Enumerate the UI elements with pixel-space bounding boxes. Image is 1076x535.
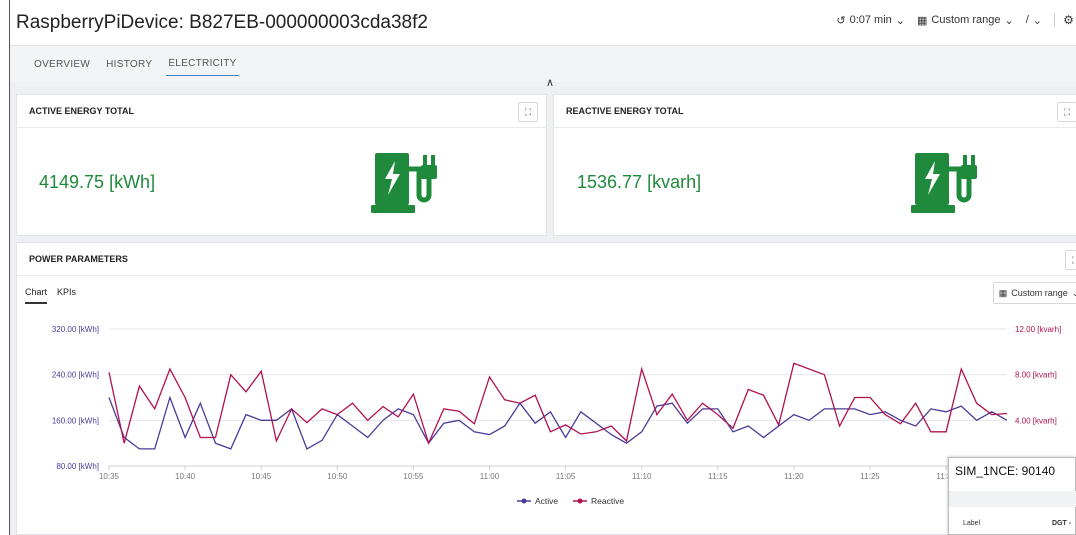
chevron-up-icon[interactable]: ∧ bbox=[546, 76, 554, 89]
reactive-energy-value: 1536.77 [kvarh] bbox=[577, 172, 702, 192]
legend-label: Reactive bbox=[591, 496, 624, 506]
ev-charger-icon bbox=[911, 153, 977, 213]
time-range-label: Custom range bbox=[931, 14, 1001, 26]
x-tick-label: 11:20 bbox=[784, 472, 804, 481]
legend-marker bbox=[577, 498, 583, 504]
x-tick-label: 10:40 bbox=[175, 472, 196, 481]
top-actions: ↺ 0:07 min ⌄ ▦ Custom range ⌄ / ⌄ ⚙ bbox=[836, 13, 1076, 27]
gear-icon[interactable]: ⚙ bbox=[1054, 13, 1076, 27]
power-chart: 80.00 [kWh] 160.00 [kWh] 240.00 [kWh] 320.0… bbox=[52, 325, 1061, 506]
overlay-title: SIM_1NCE: 90140 bbox=[955, 464, 1056, 478]
expand-icon[interactable]: ⛶ bbox=[1057, 102, 1076, 122]
chevron-down-icon: ⌄ bbox=[1032, 14, 1042, 27]
chevron-down-icon: ⌄ bbox=[1071, 287, 1076, 298]
path-label: / bbox=[1025, 14, 1029, 26]
refresh-interval-dropdown[interactable]: ↺ 0:07 min ⌄ bbox=[836, 14, 905, 27]
history-icon: ↺ bbox=[836, 14, 846, 27]
series-line-active bbox=[108, 395, 1008, 450]
card-title: POWER PARAMETERS bbox=[17, 243, 1076, 276]
legend-label: Active bbox=[535, 496, 558, 506]
page-title: RaspberryPiDevice: B827EB-000000003cda38… bbox=[16, 11, 428, 33]
series-line-reactive bbox=[108, 362, 1008, 446]
tab-overview[interactable]: OVERVIEW bbox=[32, 53, 92, 76]
expand-icon[interactable]: ⛶ bbox=[1065, 250, 1076, 270]
card-title: ACTIVE ENERGY TOTAL bbox=[17, 95, 546, 128]
tab-chart[interactable]: Chart bbox=[25, 287, 48, 304]
x-tick-label: 10:35 bbox=[99, 472, 120, 481]
y-right-tick-label: 8.00 [kvarh] bbox=[1015, 371, 1057, 380]
expand-icon[interactable]: ⛶ bbox=[518, 102, 538, 122]
calendar-icon: ▦ bbox=[998, 287, 1008, 298]
chevron-down-icon: ⌄ bbox=[1004, 14, 1014, 27]
overlay-divider bbox=[949, 491, 1076, 507]
power-parameters-card: POWER PARAMETERS ⛶ Chart KPIs ▦ Custom r… bbox=[16, 242, 1076, 535]
chevron-down-icon: ⌄ bbox=[895, 14, 905, 27]
x-tick-label: 11:05 bbox=[556, 472, 576, 481]
path-dropdown[interactable]: / ⌄ bbox=[1026, 14, 1042, 27]
time-range-dropdown[interactable]: ▦ Custom range ⌄ bbox=[917, 14, 1014, 27]
window-frame-edge bbox=[0, 0, 10, 535]
x-tick-label: 10:45 bbox=[251, 472, 272, 481]
y-left-tick-label: 80.00 [kWh] bbox=[56, 462, 99, 471]
y-left-tick-label: 240.00 [kWh] bbox=[52, 371, 99, 380]
refresh-interval-label: 0:07 min bbox=[849, 14, 892, 26]
chart-range-dropdown[interactable]: ▦ Custom range ⌄ bbox=[993, 282, 1076, 304]
x-tick-label: 10:50 bbox=[327, 472, 348, 481]
y-left-tick-label: 320.00 [kWh] bbox=[52, 325, 99, 334]
overlay-panel: SIM_1NCE: 90140 Label DGT - bbox=[948, 457, 1076, 535]
overlay-header-row: Label DGT - bbox=[963, 520, 1075, 527]
chart-range-label: Custom range bbox=[1011, 288, 1068, 298]
chart-view-tabs: Chart KPIs bbox=[25, 287, 76, 304]
ev-charger-icon bbox=[371, 153, 437, 213]
tab-electricity[interactable]: ELECTRICITY bbox=[166, 52, 239, 76]
overlay-col-value: DGT - bbox=[1051, 520, 1071, 527]
tab-kpis[interactable]: KPIs bbox=[57, 287, 76, 304]
legend-marker bbox=[521, 498, 527, 504]
x-tick-label: 10:55 bbox=[403, 472, 424, 481]
x-tick-label: 11:00 bbox=[480, 472, 500, 481]
y-left-tick-label: 160.00 [kWh] bbox=[52, 416, 99, 425]
x-tick-label: 11:10 bbox=[632, 472, 652, 481]
reactive-energy-card: REACTIVE ENERGY TOTAL ⛶ 1536.77 [kvarh] bbox=[553, 94, 1076, 236]
active-energy-card: ACTIVE ENERGY TOTAL ⛶ 4149.75 [kWh] bbox=[16, 94, 547, 236]
app-window: RaspberryPiDevice: B827EB-000000003cda38… bbox=[10, 0, 1076, 535]
x-tick-label: 11:25 bbox=[860, 472, 880, 481]
y-right-tick-label: 4.00 [kvarh] bbox=[1015, 416, 1057, 425]
x-tick-label: 11:15 bbox=[708, 472, 728, 481]
tab-history[interactable]: HISTORY bbox=[104, 53, 154, 76]
card-title: REACTIVE ENERGY TOTAL bbox=[554, 95, 1076, 128]
tab-bar: OVERVIEW HISTORY ELECTRICITY ∧ bbox=[10, 46, 1076, 89]
overlay-col-label: Label bbox=[963, 520, 981, 527]
calendar-icon: ▦ bbox=[917, 14, 928, 27]
y-right-tick-label: 12.00 [kvarh] bbox=[1015, 325, 1061, 334]
active-energy-value: 4149.75 [kWh] bbox=[39, 172, 156, 192]
